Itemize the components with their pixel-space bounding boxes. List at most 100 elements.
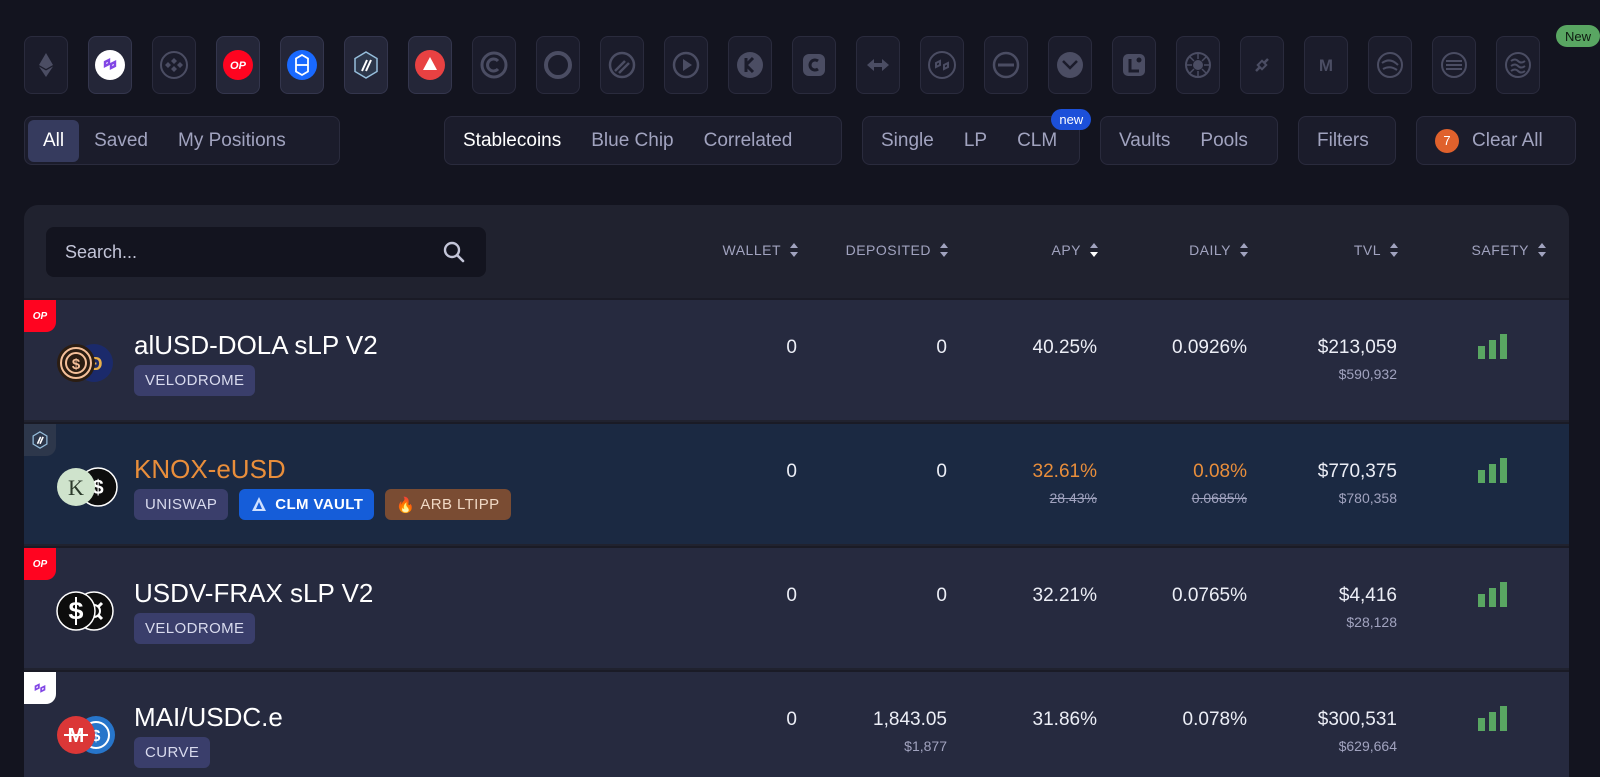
svg-text:OP: OP xyxy=(230,60,247,72)
filter-pools-tab[interactable]: Pools xyxy=(1185,120,1263,162)
filter-all-tab[interactable]: All xyxy=(28,119,80,162)
vault-row[interactable]: OP S USDV-FRAX sLP V2 VELODROME 0 0 32.2… xyxy=(24,546,1569,668)
filter-my-positions-tab[interactable]: My Positions xyxy=(163,120,301,162)
new-chain-badge: New xyxy=(1556,25,1600,47)
vault-row[interactable]: OP Ð $ alUSD-DOLA sLP V2 VELODROME 0 0 4… xyxy=(24,298,1569,420)
chain-base-button[interactable] xyxy=(984,36,1028,94)
chain-bnb-button[interactable] xyxy=(152,36,196,94)
chain-mantle-button[interactable]: M xyxy=(1304,36,1348,94)
chain-moonbeam-button[interactable] xyxy=(536,36,580,94)
chain-ethereum-button[interactable] xyxy=(24,36,68,94)
clear-all-label: Clear All xyxy=(1472,129,1543,151)
chain-polygon-button[interactable] xyxy=(88,36,132,94)
chain-canto-button[interactable] xyxy=(600,36,644,94)
vault-tags: CURVE xyxy=(134,737,211,768)
wallet-header-label: WALLET xyxy=(722,242,781,258)
filters-button-group: Filters xyxy=(1298,116,1396,165)
sort-icon xyxy=(1390,243,1398,257)
scroll-icon xyxy=(1441,52,1467,78)
optimism-icon: OP xyxy=(223,50,253,80)
vault-row[interactable]: $ K KNOX-eUSD UNISWAP CLM VAULT 🔥 ARB LT… xyxy=(24,422,1569,544)
chain-selector: OP M xyxy=(24,36,1576,96)
svg-text:$: $ xyxy=(72,356,81,373)
clear-all-button[interactable]: 7 Clear All xyxy=(1420,120,1558,162)
search-icon[interactable] xyxy=(442,240,466,264)
daily-value: 0.0765% xyxy=(1171,585,1247,606)
vault-name[interactable]: USDV-FRAX sLP V2 xyxy=(134,578,373,609)
daily-previous-value: 0.0685% xyxy=(1191,490,1247,506)
chain-fantom-button[interactable] xyxy=(280,36,324,94)
chain-kava-button[interactable] xyxy=(664,36,708,94)
filter-clm-tab[interactable]: CLM new xyxy=(1002,108,1092,162)
aurora-icon xyxy=(1185,52,1211,78)
chain-arbitrum-button[interactable] xyxy=(344,36,388,94)
safety-column-header[interactable]: SAFETY xyxy=(1472,242,1547,258)
vault-table: WALLET DEPOSITED APY DAILY TVL SAFETY OP… xyxy=(24,205,1569,777)
vault-name[interactable]: KNOX-eUSD xyxy=(134,454,286,485)
chain-scroll-button[interactable] xyxy=(1432,36,1476,94)
filter-correlated-tab[interactable]: Correlated xyxy=(689,120,808,162)
token-pair-logos: $ M xyxy=(56,715,118,757)
filter-vaults-tab[interactable]: Vaults xyxy=(1104,120,1185,162)
platform-tag: CURVE xyxy=(134,737,211,768)
safety-score-icon xyxy=(1478,582,1507,607)
deposited-column-header[interactable]: DEPOSITED xyxy=(846,242,949,258)
vault-name[interactable]: alUSD-DOLA sLP V2 xyxy=(134,330,378,361)
alusd-token-icon: $ xyxy=(57,344,95,382)
fraxtal-icon xyxy=(1377,52,1403,78)
platform-tag: UNISWAP xyxy=(134,489,229,520)
kava-k-icon xyxy=(737,52,763,78)
arbitrum-icon xyxy=(354,51,378,79)
chain-cronos-button[interactable] xyxy=(792,36,836,94)
tvl-total-value: $780,358 xyxy=(1338,490,1397,506)
apy-previous-value: 28.43% xyxy=(1049,490,1097,506)
daily-header-label: DAILY xyxy=(1189,242,1231,258)
vault-row[interactable]: $ M MAI/USDC.e CURVE 0 1,843.05 $1,877 3… xyxy=(24,670,1569,777)
chain-celo-button[interactable] xyxy=(472,36,516,94)
chain-aurora-button[interactable] xyxy=(1176,36,1220,94)
apy-value: 32.61% xyxy=(1032,461,1097,482)
chain-polygon-zkevm-button[interactable] xyxy=(920,36,964,94)
chain-optimism-button[interactable]: OP xyxy=(216,36,260,94)
chain-zksync-button[interactable] xyxy=(856,36,900,94)
filter-blue-chip-tab[interactable]: Blue Chip xyxy=(576,120,688,162)
chain-sei-button[interactable] xyxy=(1496,36,1540,94)
tvl-value: $770,375 xyxy=(1317,461,1397,482)
deposited-value: 0 xyxy=(936,461,947,482)
filter-single-tab[interactable]: Single xyxy=(866,120,949,162)
linea-icon xyxy=(1123,54,1145,76)
platform-tag: VELODROME xyxy=(134,613,256,644)
chain-avalanche-button[interactable] xyxy=(408,36,452,94)
daily-column-header[interactable]: DAILY xyxy=(1189,242,1249,258)
search-input[interactable] xyxy=(65,241,435,263)
safety-score-icon xyxy=(1478,334,1507,359)
zksync-icon xyxy=(867,59,889,71)
arb-ltipp-label: ARB LTIPP xyxy=(420,496,500,513)
polygon-zkevm-icon xyxy=(928,51,956,79)
active-filter-count: 7 xyxy=(1435,128,1459,153)
vault-tags: VELODROME xyxy=(134,365,256,396)
filter-stablecoins-tab[interactable]: Stablecoins xyxy=(448,120,576,162)
vault-type-filter-group: Vaults Pools xyxy=(1100,116,1278,165)
filter-saved-tab[interactable]: Saved xyxy=(79,120,163,162)
chain-gnosis-button[interactable] xyxy=(1048,36,1092,94)
knox-token-icon: K xyxy=(57,468,95,506)
filter-clm-label: CLM xyxy=(1017,129,1058,151)
filter-lp-tab[interactable]: LP xyxy=(949,120,1002,162)
vault-name[interactable]: MAI/USDC.e xyxy=(134,702,283,733)
sort-icon xyxy=(1538,243,1546,257)
wallet-column-header[interactable]: WALLET xyxy=(723,242,800,258)
chain-fraxtal-button[interactable] xyxy=(1368,36,1412,94)
chain-chainlink-button[interactable] xyxy=(1240,36,1284,94)
tvl-column-header[interactable]: TVL xyxy=(1354,242,1399,258)
filters-button[interactable]: Filters xyxy=(1302,120,1384,162)
apy-column-header[interactable]: APY xyxy=(1051,242,1099,258)
clm-vault-tag: CLM VAULT xyxy=(239,489,375,520)
safety-score-icon xyxy=(1478,706,1507,731)
deposited-header-label: DEPOSITED xyxy=(845,242,931,258)
chain-linea-button[interactable] xyxy=(1112,36,1156,94)
deposited-value: 1,843.05 xyxy=(873,709,947,730)
polygon-icon xyxy=(24,672,56,704)
celo-icon xyxy=(480,51,508,79)
chain-kava-k-button[interactable] xyxy=(728,36,772,94)
